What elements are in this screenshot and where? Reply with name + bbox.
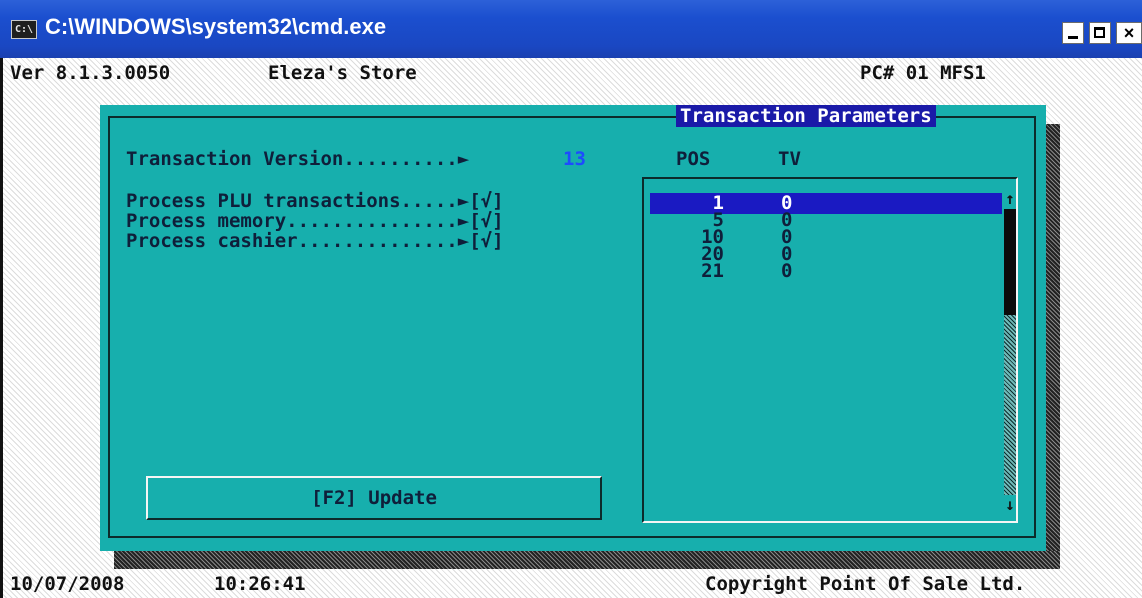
pos-list[interactable]: 1 0 5 0 10 0 20 0 21 0 ↑ ↓ [642,177,1018,523]
close-button[interactable]: × [1116,22,1142,44]
column-header-pos: POS [676,148,711,170]
pc-number: PC# 01 MFS1 [860,62,986,84]
status-date: 10/07/2008 [10,573,125,595]
status-time: 10:26:41 [214,573,306,595]
arrow-icon: ► [457,190,470,212]
dialog-shadow-bottom [114,551,1060,569]
process-plu-option[interactable]: Process PLU transactions.....►[√] [126,191,504,211]
minimize-button[interactable] [1062,22,1084,44]
scroll-thumb[interactable] [1004,209,1016,315]
arrow-icon: ► [457,148,470,170]
scroll-down-icon[interactable]: ↓ [1004,495,1016,515]
list-item[interactable]: 21 0 [650,261,1002,282]
pos-value: 21 [701,260,724,282]
maximize-button[interactable] [1089,22,1111,44]
console-edge [0,58,3,598]
store-name: Eleza's Store [268,62,417,84]
process-memory-option[interactable]: Process memory...............►[√] [126,211,504,231]
tv-value: 0 [781,260,793,282]
column-header-tv: TV [778,148,801,170]
cmd-icon: C:\ [11,20,37,39]
list-scrollbar[interactable]: ↑ ↓ [1004,189,1016,517]
arrow-icon: ► [457,210,470,232]
dialog-title: Transaction Parameters [676,105,936,127]
transaction-version-value[interactable]: 13 [563,149,586,169]
version-text: Ver 8.1.3.0050 [10,62,171,84]
dialog-shadow-right [1046,124,1060,569]
copyright-text: Copyright Point Of Sale Ltd. [705,573,1026,595]
arrow-icon: ► [457,230,470,252]
update-button[interactable]: [F2] Update [146,476,602,520]
transaction-version-label: Transaction Version..........► [126,148,470,170]
process-cashier-option[interactable]: Process cashier..............►[√] [126,231,504,251]
window-title: C:\WINDOWS\system32\cmd.exe [45,14,387,39]
scroll-up-icon[interactable]: ↑ [1004,189,1016,209]
scroll-track[interactable] [1004,315,1016,495]
process-memory-checkbox[interactable]: [√] [469,210,503,232]
process-cashier-checkbox[interactable]: [√] [469,230,503,252]
window-title-bar[interactable]: C:\ C:\WINDOWS\system32\cmd.exe × [0,0,1142,58]
process-plu-checkbox[interactable]: [√] [469,190,503,212]
transaction-parameters-dialog: Transaction Parameters Transaction Versi… [100,105,1046,551]
